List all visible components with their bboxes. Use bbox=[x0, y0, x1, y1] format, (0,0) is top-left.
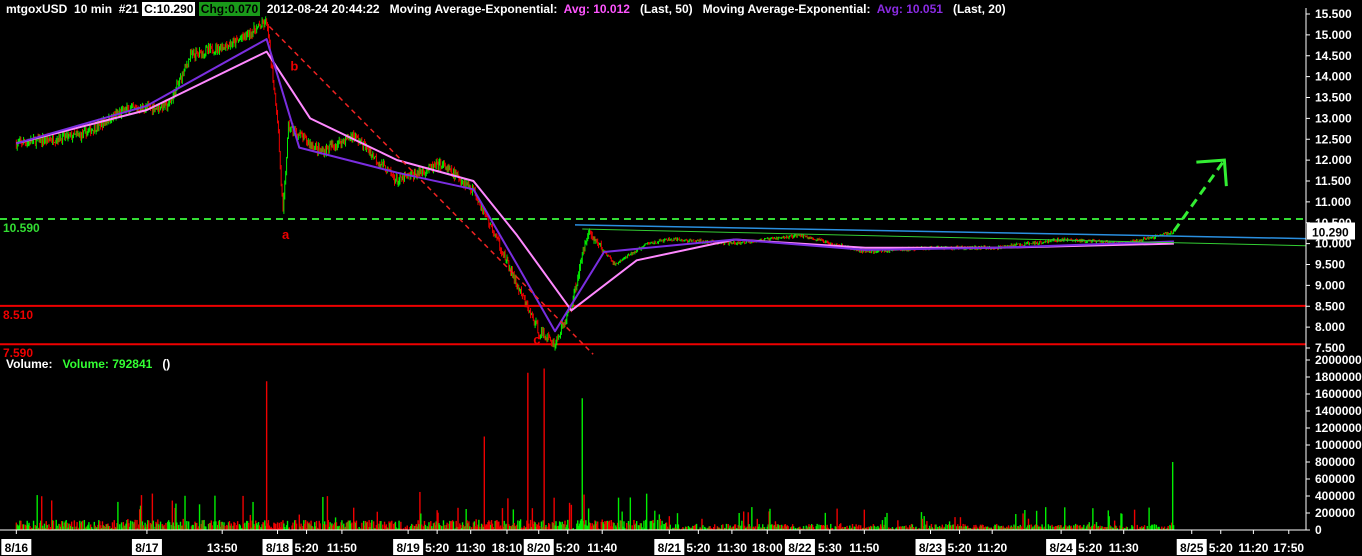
chart-header: mtgoxUSD 10 min #21 C:10.290 Chg:0.070 2… bbox=[6, 0, 1006, 18]
time-tick-label: 5:20 bbox=[295, 541, 319, 555]
volume-tick-label: 1200000 bbox=[1315, 421, 1362, 435]
symbol-label: mtgoxUSD bbox=[6, 2, 68, 16]
time-tick-label: 11:40 bbox=[587, 541, 617, 555]
volume-tick-label: 800000 bbox=[1315, 455, 1355, 469]
ma2-avg: Avg: 10.051 bbox=[876, 2, 943, 16]
time-tick-label: 8/19 bbox=[396, 541, 420, 555]
time-tick-label: 8/17 bbox=[135, 541, 159, 555]
wave-label-b: b bbox=[290, 58, 298, 73]
price-tick-label: 9.000 bbox=[1315, 278, 1345, 292]
volume-tick-label: 0 bbox=[1315, 523, 1322, 537]
ma2-label: Moving Average-Exponential: bbox=[702, 2, 871, 16]
ma1-avg: Avg: 10.012 bbox=[563, 2, 630, 16]
price-tick-label: 8.000 bbox=[1315, 320, 1345, 334]
volume-tick-label: 1000000 bbox=[1315, 438, 1362, 452]
ma2-param: (Last, 20) bbox=[952, 2, 1006, 16]
time-tick-label: 11:50 bbox=[849, 541, 879, 555]
ma1-label: Moving Average-Exponential: bbox=[389, 2, 558, 16]
price-tick-label: 9.500 bbox=[1315, 258, 1345, 272]
time-tick-label: 18:00 bbox=[752, 541, 783, 555]
time-tick-label: 5:20 bbox=[1209, 541, 1233, 555]
price-tick-label: 15.500 bbox=[1315, 7, 1352, 21]
time-tick-label: 8/24 bbox=[1049, 541, 1073, 555]
axes: 15.500 15.000 14.500 14.000 13.500 13.000 12.5… bbox=[0, 7, 1362, 555]
price-tick-label: 15.000 bbox=[1315, 28, 1352, 42]
time-tick-label: 5:30 bbox=[818, 541, 842, 555]
time-tick-label: 11:20 bbox=[977, 541, 1007, 555]
change-value-badge: Chg:0.070 bbox=[198, 2, 261, 16]
price-tick-label: 11.000 bbox=[1315, 195, 1351, 209]
level-label: 8.510 bbox=[3, 308, 33, 322]
price-tick-label: 12.000 bbox=[1315, 153, 1352, 167]
price-tick-label: 14.000 bbox=[1315, 70, 1352, 84]
price-tick-label: 8.500 bbox=[1315, 299, 1345, 313]
volume-tick-label: 200000 bbox=[1315, 506, 1355, 520]
volume-value: Volume: 792841 bbox=[62, 357, 153, 371]
time-tick-label: 11:30 bbox=[456, 541, 486, 555]
volume-tick-label: 1400000 bbox=[1315, 404, 1362, 418]
time-tick-label: 11:30 bbox=[717, 541, 747, 555]
volume-tick-label: 2000000 bbox=[1315, 353, 1362, 367]
ema-lines bbox=[16, 38, 1174, 333]
interval-label: 10 min bbox=[74, 2, 113, 16]
volume-title: Volume: bbox=[6, 357, 53, 371]
last-price-label: 10.290 bbox=[1312, 226, 1349, 240]
bar-number: #21 bbox=[118, 2, 139, 16]
volume-tick-label: 400000 bbox=[1315, 489, 1355, 503]
horizontal-lines: 10.5908.5107.590 bbox=[0, 217, 1306, 360]
time-tick-label: 8/22 bbox=[788, 541, 812, 555]
time-tick-label: 8/23 bbox=[919, 541, 943, 555]
wave-label-c: c bbox=[533, 332, 540, 347]
volume-header: Volume: Volume: 792841 () bbox=[6, 357, 170, 371]
time-tick-label: 11:30 bbox=[1109, 541, 1139, 555]
volume-bars bbox=[15, 368, 1175, 530]
close-value-badge: C:10.290 bbox=[142, 2, 196, 16]
volume-tick-label: 1600000 bbox=[1315, 387, 1362, 401]
volume-tick-label: 600000 bbox=[1315, 472, 1355, 486]
time-tick-label: 5:20 bbox=[556, 541, 580, 555]
price-tick-label: 13.500 bbox=[1315, 91, 1352, 105]
price-bars bbox=[15, 16, 1175, 351]
volume-tick-label: 1800000 bbox=[1315, 370, 1362, 384]
chart-canvas: 10.5908.5107.590 15.50015.00014.50014.00… bbox=[0, 7, 1362, 555]
price-tick-label: 12.500 bbox=[1315, 132, 1352, 146]
level-label: 10.590 bbox=[3, 221, 40, 235]
time-tick-label: 8/20 bbox=[527, 541, 551, 555]
time-tick-label: 8/21 bbox=[658, 541, 682, 555]
time-tick-label: 11:20 bbox=[1238, 541, 1268, 555]
time-tick-label: 5:20 bbox=[948, 541, 972, 555]
price-tick-label: 14.500 bbox=[1315, 49, 1352, 63]
time-tick-label: 17:50 bbox=[1273, 541, 1304, 555]
breakout-arrow-shaft bbox=[1172, 159, 1226, 232]
time-tick-label: 8/16 bbox=[5, 541, 29, 555]
price-tick-label: 11.500 bbox=[1315, 174, 1351, 188]
time-tick-label: 11:50 bbox=[327, 541, 357, 555]
volume-extra: () bbox=[162, 357, 171, 371]
ema20-line bbox=[16, 38, 1174, 333]
price-tick-label: 13.000 bbox=[1315, 111, 1352, 125]
time-tick-label: 18:10 bbox=[492, 541, 523, 555]
time-tick-label: 8/18 bbox=[266, 541, 290, 555]
time-tick-label: 5:20 bbox=[425, 541, 449, 555]
datetime-label: 2012-08-24 20:44:22 bbox=[266, 2, 380, 16]
time-tick-label: 5:20 bbox=[1078, 541, 1102, 555]
ma1-param: (Last, 50) bbox=[639, 2, 693, 16]
wave-label-a: a bbox=[282, 227, 290, 242]
time-tick-label: 13:50 bbox=[207, 541, 238, 555]
time-tick-label: 5:20 bbox=[686, 541, 710, 555]
time-tick-label: 8/25 bbox=[1180, 541, 1204, 555]
ema50-line bbox=[16, 50, 1174, 312]
